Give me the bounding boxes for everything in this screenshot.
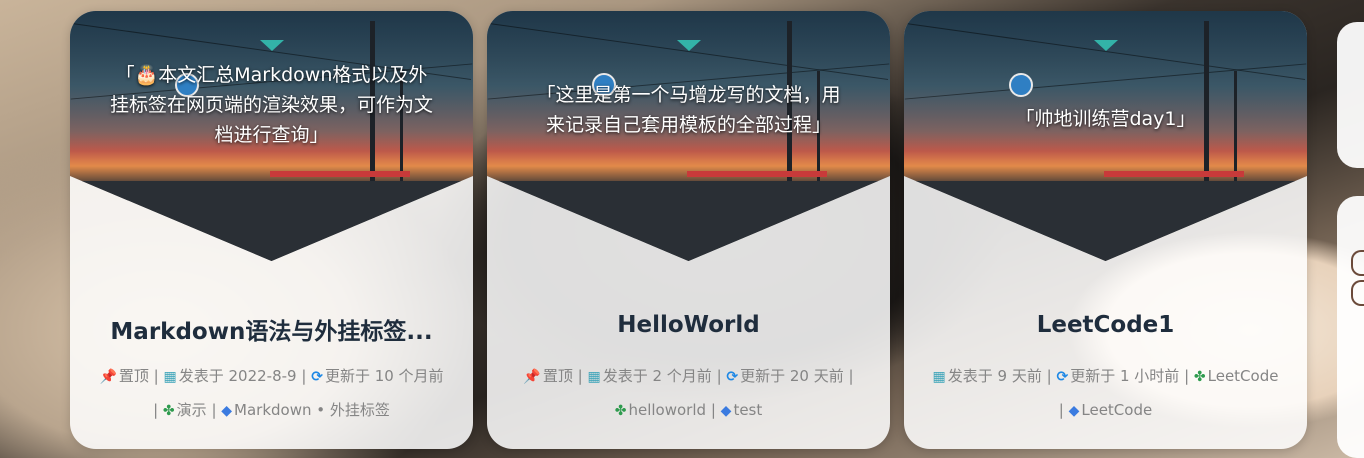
- post-meta: ▦ 发表于 9 天前 | ⟳ 更新于 1 小时前 | ✤ LeetCode | ◆ Le…: [932, 367, 1279, 419]
- pushpin-icon: 📌: [523, 369, 541, 385]
- post-title[interactable]: Markdown语法与外挂标签...: [70, 312, 473, 346]
- post-excerpt[interactable]: 「🎂本文汇总Markdown格式以及外 挂标签在网页端的渲染效果，可作为文 档进…: [94, 60, 449, 150]
- tag-icon: ◆: [221, 403, 233, 419]
- tag-icon: ◆: [1068, 403, 1080, 419]
- published-date: 发表于 2 个月前: [602, 367, 712, 385]
- updated-date: 更新于 1 小时前: [1070, 367, 1180, 385]
- tags-link[interactable]: test: [733, 401, 762, 419]
- sidebar-icon: [1351, 280, 1364, 306]
- category-link[interactable]: helloworld: [628, 401, 706, 419]
- post-meta: 📌 置顶 | ▦ 发表于 2 个月前 | ⟳ 更新于 20 天前 | ✤ hellowo…: [523, 367, 854, 419]
- calendar-icon: ▦: [587, 369, 601, 385]
- cover-marker: [677, 40, 701, 51]
- post-card[interactable]: 「🎂本文汇总Markdown格式以及外 挂标签在网页端的渲染效果，可作为文 档进…: [70, 11, 473, 449]
- sidebar-panel: [1337, 22, 1364, 168]
- clover-icon: ✤: [614, 403, 627, 419]
- post-excerpt[interactable]: 「这里是第一个马增龙写的文档，用 来记录自己套用模板的全部过程」: [511, 80, 866, 140]
- pushpin-icon: 📌: [99, 369, 117, 385]
- post-title[interactable]: HelloWorld: [487, 312, 890, 338]
- post-excerpt[interactable]: 「帅地训练营day1」: [928, 104, 1283, 134]
- updated-date: 更新于 10 个月前: [324, 367, 444, 385]
- sync-icon: ⟳: [1056, 369, 1069, 385]
- tag-icon: ◆: [720, 403, 732, 419]
- post-card[interactable]: 「帅地训练营day1」 LeetCode1 ▦ 发表于 9 天前 | ⟳ 更新于 1…: [904, 11, 1307, 449]
- published-date: 发表于 2022-8-9: [178, 367, 297, 385]
- post-meta: 📌 置顶 | ▦ 发表于 2022-8-9 | ⟳ 更新于 10 个月前 | ✤ 演示 …: [99, 367, 444, 419]
- pinned-label: 置顶: [542, 367, 573, 385]
- pinned-label: 置顶: [118, 367, 149, 385]
- category-link[interactable]: LeetCode: [1208, 367, 1279, 385]
- cover-marker: [1094, 40, 1118, 51]
- tags-link[interactable]: Markdown • 外挂标签: [234, 401, 390, 419]
- sync-icon: ⟳: [311, 369, 323, 385]
- sync-icon: ⟳: [726, 369, 739, 385]
- updated-date: 更新于 20 天前: [740, 367, 844, 385]
- calendar-icon: ▦: [163, 369, 177, 385]
- clover-icon: ✤: [162, 403, 175, 419]
- calendar-icon: ▦: [932, 369, 946, 385]
- sidebar-icon: [1351, 250, 1364, 276]
- post-title[interactable]: LeetCode1: [904, 312, 1307, 338]
- clover-icon: ✤: [1193, 369, 1206, 385]
- sidebar-panel: [1337, 196, 1364, 458]
- published-date: 发表于 9 天前: [947, 367, 1042, 385]
- post-card[interactable]: 「这里是第一个马增龙写的文档，用 来记录自己套用模板的全部过程」 HelloWo…: [487, 11, 890, 449]
- category-link[interactable]: 演示: [177, 401, 207, 419]
- tags-link[interactable]: LeetCode: [1081, 401, 1152, 419]
- cover-marker: [260, 40, 284, 51]
